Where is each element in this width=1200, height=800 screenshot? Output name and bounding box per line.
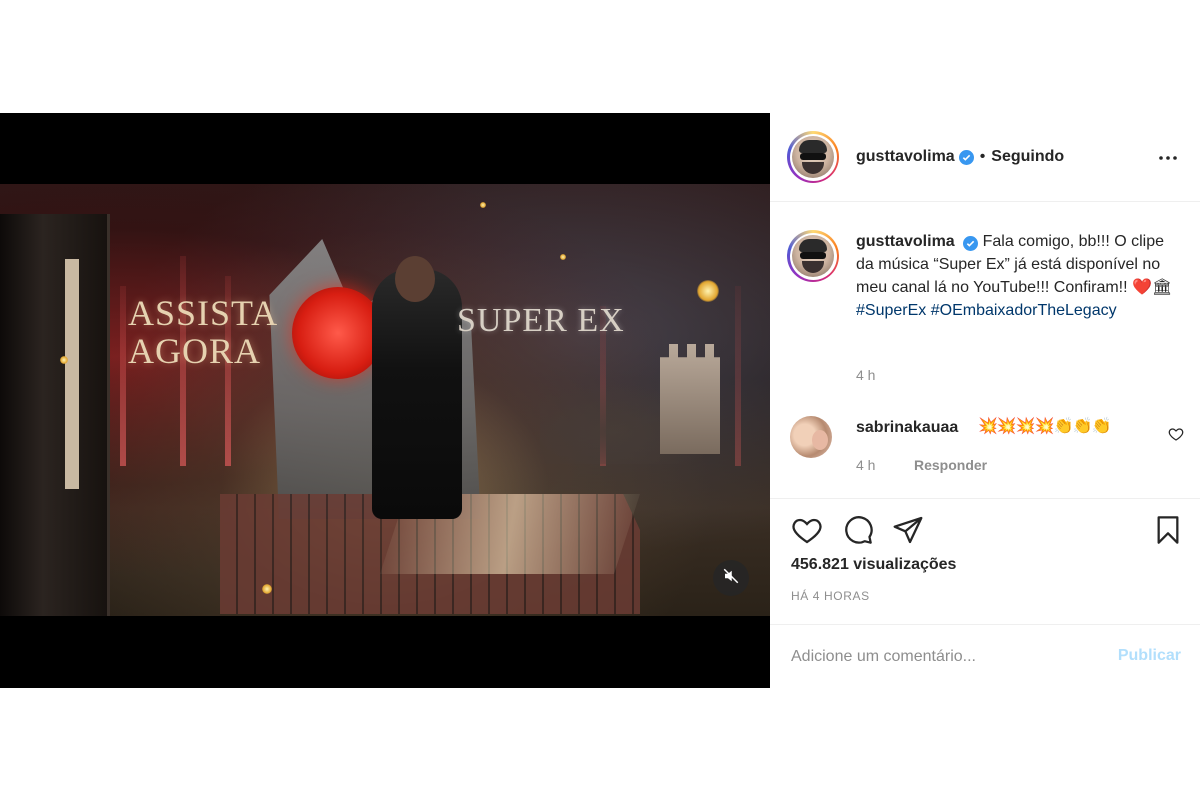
publish-button[interactable]: Publicar [1118,647,1181,665]
light-orb [697,280,719,302]
more-options-icon[interactable] [1156,146,1180,170]
light-orb [560,254,566,260]
heart-outline-icon[interactable] [1168,426,1184,442]
post-timestamp: HÁ 4 HORAS [791,589,870,603]
comment-text: 💥💥💥💥👏👏👏 [978,418,1111,435]
share-icon[interactable] [892,514,924,546]
light-orb [480,202,486,208]
bookmark-icon[interactable] [1152,514,1184,546]
heart-icon[interactable] [791,514,823,546]
hashtag-superex[interactable]: #SuperEx [856,302,926,319]
verified-badge-icon [963,236,979,251]
light-orb [262,584,272,594]
video-frame[interactable]: ASSISTA AGORA SUPER EX [0,184,770,616]
separator-dot: • [979,148,986,165]
overlay-line-2: AGORA [128,331,262,371]
video-player[interactable]: ASSISTA AGORA SUPER EX [0,113,770,688]
mute-button[interactable] [713,560,749,596]
comment-icon[interactable] [842,514,874,546]
singer-figure [372,269,462,519]
caption-timestamp: 4 h [856,367,876,383]
verified-badge-icon [958,149,974,165]
singer-head [395,256,435,302]
caption-text: gusttavolima Fala comigo, bb!!! O clipe … [856,230,1176,322]
post-caption: gusttavolima Fala comigo, bb!!! O clipe … [787,230,1187,322]
speaker-muted-icon [722,567,740,590]
author-avatar[interactable] [787,131,839,183]
post-actions: 456.821 visualizações HÁ 4 HORAS [770,498,1200,603]
caption-username[interactable]: gusttavolima [856,233,955,250]
comment-input[interactable] [791,647,1091,666]
reply-button[interactable]: Responder [914,457,987,473]
overlay-title-super-ex: SUPER EX [457,302,625,339]
commenter-avatar[interactable] [790,416,832,458]
hashtag-oembaixador[interactable]: #OEmbaixadorTheLegacy [931,302,1117,319]
castle-tower [660,344,720,454]
comment-username[interactable]: sabrinakauaa [856,419,958,437]
post-details-panel: gusttavolima • Seguindo gusttavolima Fal… [770,113,1200,688]
author-username[interactable]: gusttavolima [856,148,955,166]
post-header: gusttavolima • Seguindo [770,113,1200,202]
overlay-line-1: ASSISTA [128,293,279,333]
light-orb [60,356,68,364]
comment-timestamp: 4 h [856,457,876,473]
caption-avatar[interactable] [787,230,839,282]
views-count[interactable]: 456.821 visualizações [791,556,956,574]
add-comment-bar: Publicar [770,624,1200,688]
guitar [0,214,110,616]
red-medallion [292,287,384,379]
following-button[interactable]: Seguindo [991,148,1064,166]
overlay-title-assista-agora: ASSISTA AGORA [128,294,298,370]
